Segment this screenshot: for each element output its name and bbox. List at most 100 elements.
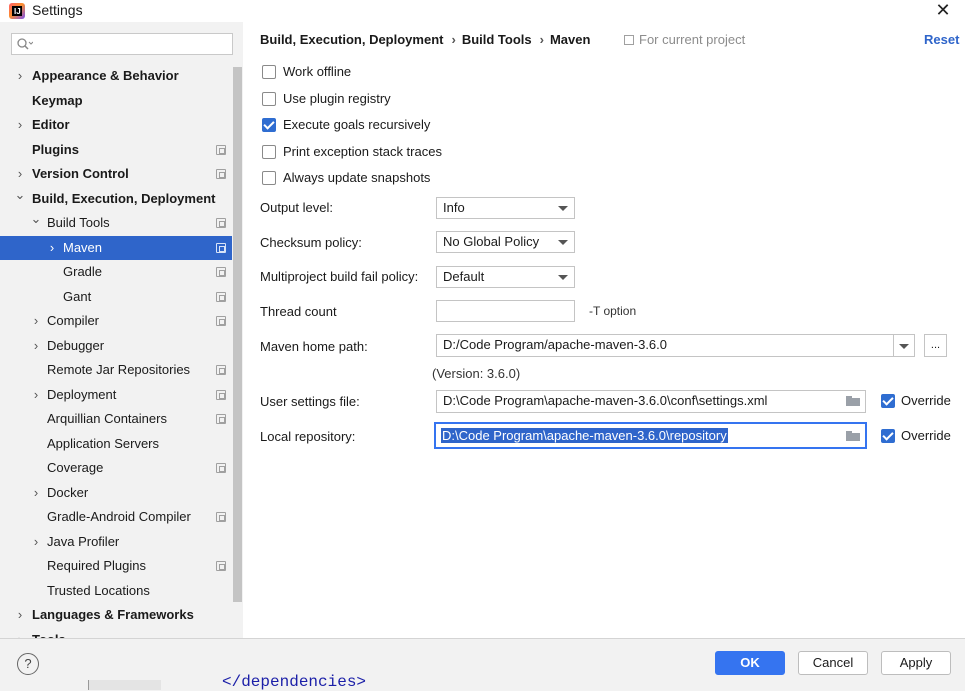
fail-policy-select[interactable]: Default <box>436 266 575 288</box>
thread-count-input[interactable] <box>436 300 575 322</box>
maven-home-input[interactable]: D:/Code Program/apache-maven-3.6.0 <box>436 334 915 357</box>
maven-version-label: (Version: 3.6.0) <box>432 366 521 381</box>
output-level-label: Output level: <box>260 200 333 215</box>
sidebar-item-label: Application Servers <box>47 435 159 451</box>
sidebar-item[interactable]: › Debugger <box>0 334 232 358</box>
sidebar-item-label: Deployment <box>47 386 117 402</box>
work-offline-checkbox[interactable] <box>262 65 276 79</box>
output-level-value: Info <box>443 200 465 215</box>
update-snapshots-checkbox[interactable] <box>262 171 276 185</box>
sidebar-item-label: Coverage <box>47 460 104 475</box>
chevron-right-icon[interactable]: › <box>14 64 26 88</box>
sidebar-item[interactable]: Required Plugins <box>0 554 232 578</box>
sidebar-item[interactable]: Arquillian Containers <box>0 407 232 431</box>
sidebar-item-label: Build Tools <box>47 215 110 230</box>
execute-recursively-checkbox[interactable] <box>262 118 276 132</box>
sidebar-item[interactable]: › Tools <box>0 628 232 639</box>
chevron-right-icon[interactable]: › <box>14 603 26 627</box>
cancel-button[interactable]: Cancel <box>798 651 868 675</box>
chevron-right-icon[interactable]: › <box>30 481 42 505</box>
background-editor-text: </dependencies> <box>222 673 367 691</box>
sidebar-item-label: Gradle-Android Compiler <box>47 509 191 524</box>
sidebar-item[interactable]: › Maven <box>0 235 232 260</box>
maven-home-dropdown[interactable] <box>893 334 915 357</box>
sidebar-item[interactable]: › Editor <box>0 113 232 137</box>
thread-count-hint: -T option <box>589 304 637 318</box>
local-repo-label: Local repository: <box>260 429 356 444</box>
plugin-registry-checkbox[interactable] <box>262 92 276 106</box>
user-settings-input[interactable]: D:\Code Program\apache-maven-3.6.0\conf\… <box>436 390 866 413</box>
work-offline-label: Work offline <box>283 64 352 79</box>
local-repo-value: D:\Code Program\apache-maven-3.6.0\repos… <box>441 428 728 443</box>
ok-button[interactable]: OK <box>715 651 785 675</box>
project-scope-icon <box>624 35 634 45</box>
sidebar-item-label: Java Profiler <box>47 533 120 549</box>
checksum-policy-label: Checksum policy: <box>260 235 362 250</box>
folder-icon[interactable] <box>846 396 860 406</box>
sidebar-item[interactable]: Coverage <box>0 456 232 480</box>
chevron-right-icon[interactable]: › <box>14 628 26 639</box>
chevron-down-icon <box>558 275 568 280</box>
sidebar-item[interactable]: Gant <box>0 285 232 309</box>
print-stack-checkbox[interactable] <box>262 145 276 159</box>
sidebar-item[interactable]: Remote Jar Repositories <box>0 358 232 382</box>
sidebar-item[interactable]: Gradle <box>0 260 232 284</box>
sidebar-item[interactable]: Trusted Locations <box>0 579 232 603</box>
sidebar-item[interactable]: › Compiler <box>0 309 232 333</box>
chevron-down-icon[interactable]: ⌄ <box>14 183 26 207</box>
settings-sidebar: › Appearance & Behavior Keymap › Editor Plugi… <box>0 22 243 638</box>
maven-home-browse-button[interactable]: ... <box>924 334 947 357</box>
project-scope-icon <box>216 389 226 400</box>
project-scope-icon <box>216 316 226 326</box>
sidebar-item-label: Version Control <box>32 166 129 181</box>
reset-link[interactable]: Reset <box>924 32 959 47</box>
search-icon <box>17 38 33 50</box>
sidebar-item[interactable]: › Docker <box>0 481 232 505</box>
breadcrumb: Build, Execution, Deployment › Build Tools… <box>260 32 596 47</box>
sidebar-item-label: Docker <box>47 484 89 500</box>
sidebar-item[interactable]: Application Servers <box>0 432 232 456</box>
chevron-down-icon[interactable]: ⌄ <box>30 207 42 231</box>
scope-label: For current project <box>624 32 745 47</box>
user-settings-override-label: Override <box>901 393 951 408</box>
sidebar-item-label: Required Plugins <box>47 558 147 573</box>
sidebar-item[interactable]: › Java Profiler <box>0 530 232 554</box>
thread-count-label: Thread count <box>260 304 337 319</box>
sidebar-item-label: Appearance & Behavior <box>32 68 179 83</box>
plugin-registry-label: Use plugin registry <box>283 91 391 106</box>
chevron-right-icon[interactable]: › <box>30 530 42 554</box>
output-level-select[interactable]: Info <box>436 197 575 219</box>
close-icon[interactable]: ✕ <box>933 0 953 20</box>
folder-icon[interactable] <box>846 431 860 441</box>
sidebar-item[interactable]: › Appearance & Behavior <box>0 64 232 88</box>
project-scope-icon <box>216 218 226 228</box>
chevron-down-icon <box>558 206 568 211</box>
search-input[interactable] <box>11 33 233 55</box>
chevron-right-icon[interactable]: › <box>46 236 58 260</box>
dialog-footer: </dependencies> ? OK Cancel Apply <box>0 638 965 691</box>
sidebar-scrollbar[interactable] <box>233 67 242 602</box>
local-repo-override-checkbox[interactable] <box>881 429 895 443</box>
sidebar-item[interactable]: › Version Control <box>0 162 232 186</box>
chevron-right-icon[interactable]: › <box>30 334 42 358</box>
sidebar-item[interactable]: › Deployment <box>0 383 232 407</box>
project-scope-icon <box>216 561 226 571</box>
sidebar-item[interactable]: › Languages & Frameworks <box>0 603 232 627</box>
chevron-right-icon[interactable]: › <box>14 113 26 137</box>
checksum-policy-select[interactable]: No Global Policy <box>436 231 575 253</box>
chevron-right-icon[interactable]: › <box>30 383 42 407</box>
sidebar-item-label: Trusted Locations <box>47 582 150 598</box>
sidebar-item[interactable]: Keymap <box>0 89 232 113</box>
sidebar-item[interactable]: Plugins <box>0 138 232 162</box>
apply-button[interactable]: Apply <box>881 651 951 675</box>
project-scope-icon <box>216 242 226 253</box>
chevron-right-icon[interactable]: › <box>30 309 42 333</box>
maven-settings-panel: Build, Execution, Deployment › Build Tools… <box>243 22 965 638</box>
sidebar-item[interactable]: ⌄ Build Tools <box>0 211 232 235</box>
user-settings-override-checkbox[interactable] <box>881 394 895 408</box>
sidebar-item-label: Build, Execution, Deployment <box>32 190 216 206</box>
help-icon[interactable]: ? <box>17 653 39 675</box>
sidebar-item-label: Gradle <box>63 264 103 279</box>
local-repo-input[interactable]: D:\Code Program\apache-maven-3.6.0\repos… <box>434 422 867 449</box>
sidebar-item[interactable]: Gradle-Android Compiler <box>0 505 232 529</box>
